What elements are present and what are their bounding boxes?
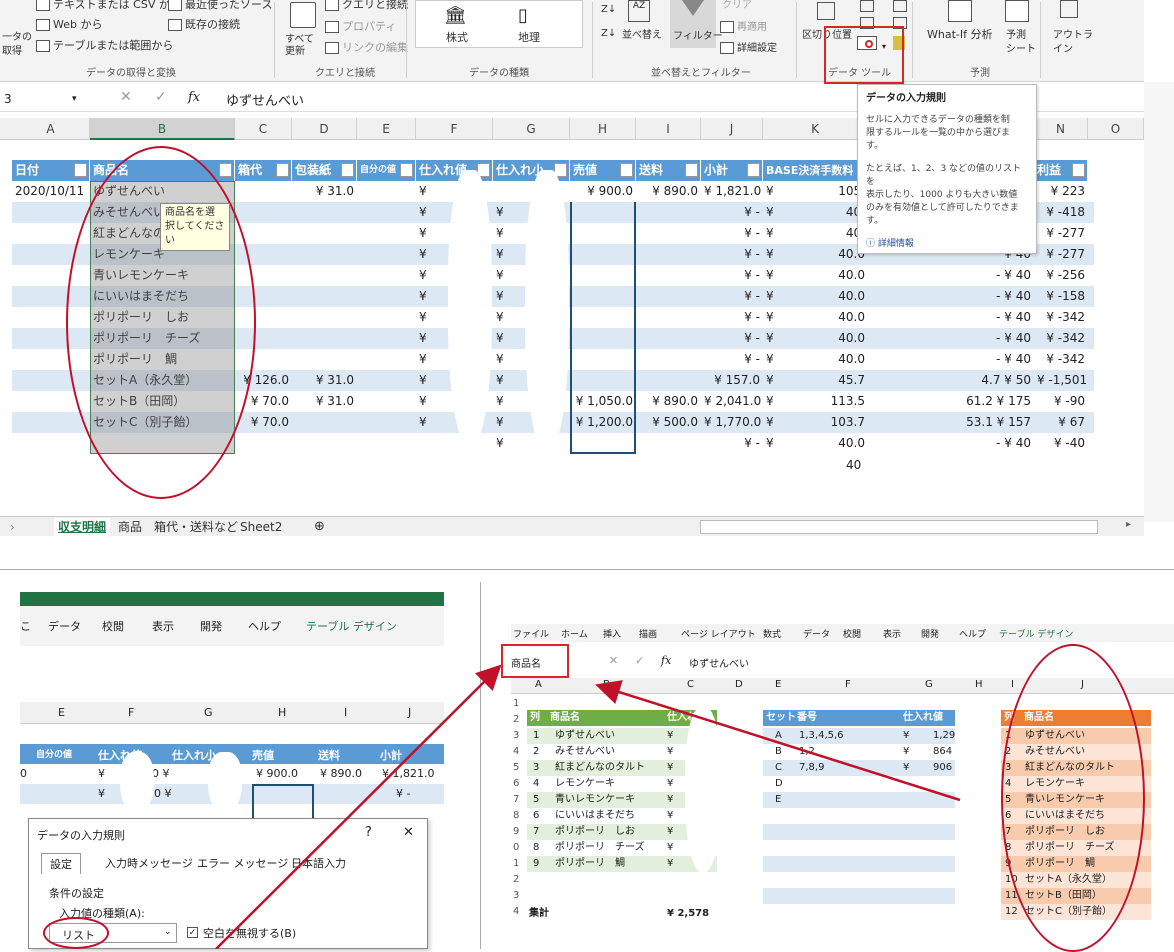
annotation-arrows (215, 664, 961, 949)
arrow-dialog-to-namebox (215, 664, 502, 949)
arrow-list-to-range (595, 680, 961, 802)
